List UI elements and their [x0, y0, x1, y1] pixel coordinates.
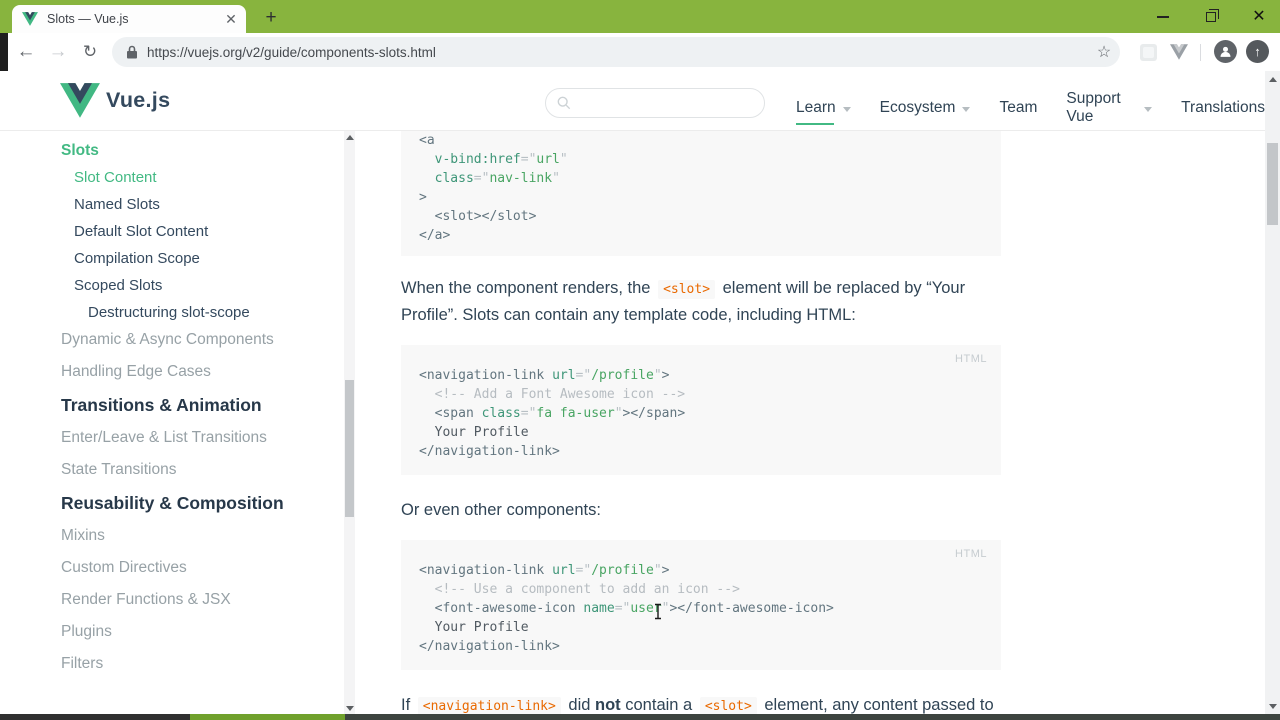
vue-devtools-extension-icon[interactable]: [1170, 44, 1188, 60]
sidebar-scrollbar[interactable]: [344, 131, 355, 714]
sidebar-item[interactable]: Named Slots: [61, 195, 336, 214]
sidebar: Slots Slot Content Named Slots Default Slot…: [61, 141, 336, 686]
extension-icon[interactable]: [1140, 44, 1157, 61]
code-language-label: HTML: [955, 353, 987, 365]
sidebar-item[interactable]: Transitions & Animation: [61, 394, 336, 416]
background-window-edge: [0, 33, 8, 71]
sidebar-item[interactable]: Reusability & Composition: [61, 492, 336, 514]
browser-tab[interactable]: Slots — Vue.js ✕: [12, 5, 246, 33]
profile-avatar-button[interactable]: [1214, 40, 1237, 63]
person-icon: [1220, 46, 1231, 57]
paragraph: When the component renders, the <slot> e…: [401, 279, 966, 324]
code-block: HTML <navigation-link url="/profile"> <!…: [401, 345, 1001, 475]
search-icon: [557, 96, 571, 110]
window-minimize-button[interactable]: [1144, 0, 1182, 33]
sidebar-item[interactable]: Dynamic & Async Components: [61, 330, 336, 350]
chevron-down-icon: [962, 106, 971, 112]
chevron-down-icon: [1144, 106, 1153, 112]
tab-close-icon[interactable]: ✕: [220, 8, 242, 30]
sidebar-item[interactable]: Default Slot Content: [61, 222, 336, 241]
reload-button[interactable]: ↻: [76, 38, 104, 66]
sidebar-item[interactable]: Compilation Scope: [61, 249, 336, 268]
taskbar-sliver: [190, 714, 345, 720]
minimize-icon: [1157, 15, 1169, 18]
code-block: <a v-bind:href="url" class="nav-link" > <…: [401, 131, 1001, 256]
taskbar-sliver: [0, 714, 190, 720]
nav-team[interactable]: Team: [999, 99, 1037, 120]
sidebar-item[interactable]: Plugins: [61, 622, 336, 642]
scroll-up-arrow-icon[interactable]: [344, 131, 355, 143]
sidebar-item[interactable]: Slots: [61, 141, 336, 160]
search-box[interactable]: [545, 88, 765, 118]
chevron-down-icon: [842, 106, 851, 112]
paragraph: Or even other components:: [401, 501, 601, 519]
paragraph: If <navigation-link> did not contain a <…: [401, 696, 994, 714]
window-restore-button[interactable]: [1192, 0, 1230, 33]
sidebar-item[interactable]: Destructuring slot-scope: [61, 303, 336, 322]
bookmark-star-icon[interactable]: ☆: [1090, 38, 1118, 66]
sidebar-item[interactable]: Handling Edge Cases: [61, 362, 336, 382]
taskbar-sliver: [345, 714, 1280, 720]
sidebar-item[interactable]: Render Functions & JSX: [61, 590, 336, 610]
page-scrollbar[interactable]: [1265, 71, 1280, 714]
restore-icon: [1206, 8, 1219, 22]
nav-ecosystem[interactable]: Ecosystem: [880, 99, 971, 120]
forward-button[interactable]: →: [44, 38, 72, 66]
browser-update-button[interactable]: ↑: [1246, 40, 1269, 63]
site-logo-text[interactable]: Vue.js: [106, 88, 170, 113]
sidebar-item[interactable]: Enter/Leave & List Transitions: [61, 428, 336, 448]
scrollbar-thumb[interactable]: [1267, 143, 1278, 225]
nav-support-vue[interactable]: Support Vue: [1066, 90, 1153, 129]
new-tab-button[interactable]: +: [258, 6, 284, 30]
page-content: Slots Slot Content Named Slots Default Slot…: [0, 131, 1280, 714]
tab-title: Slots — Vue.js: [47, 12, 129, 26]
text-cursor: [655, 603, 661, 620]
sidebar-item[interactable]: Scoped Slots: [61, 276, 336, 295]
toolbar-separator: [1200, 44, 1201, 61]
vue-favicon-icon: [22, 12, 38, 26]
scroll-down-arrow-icon[interactable]: [344, 702, 355, 714]
sidebar-item[interactable]: State Transitions: [61, 460, 336, 480]
address-bar[interactable]: https://vuejs.org/v2/guide/components-sl…: [112, 37, 1120, 67]
scroll-down-arrow-icon[interactable]: [1265, 700, 1280, 712]
code-language-label: HTML: [955, 548, 987, 560]
search-input[interactable]: [579, 95, 764, 111]
window-close-button[interactable]: ✕: [1240, 0, 1278, 33]
sidebar-item[interactable]: Custom Directives: [61, 558, 336, 578]
top-navigation: Learn Ecosystem Team Support Vue Translation…: [796, 90, 1280, 129]
sidebar-item[interactable]: Slot Content: [61, 168, 336, 187]
lock-icon: [127, 45, 137, 59]
nav-learn[interactable]: Learn: [796, 99, 851, 125]
close-icon: ✕: [1252, 7, 1266, 25]
browser-titlebar: Slots — Vue.js ✕ + ✕: [0, 0, 1280, 33]
scrollbar-thumb[interactable]: [345, 380, 354, 517]
url-text: https://vuejs.org/v2/guide/components-sl…: [147, 44, 436, 60]
vue-logo-icon[interactable]: [60, 83, 100, 118]
code-block: HTML <navigation-link url="/profile"> <!…: [401, 540, 1001, 670]
sidebar-item[interactable]: Filters: [61, 654, 336, 674]
scroll-up-arrow-icon[interactable]: [1265, 73, 1280, 85]
sidebar-item[interactable]: Mixins: [61, 526, 336, 546]
back-button[interactable]: ←: [12, 38, 40, 66]
